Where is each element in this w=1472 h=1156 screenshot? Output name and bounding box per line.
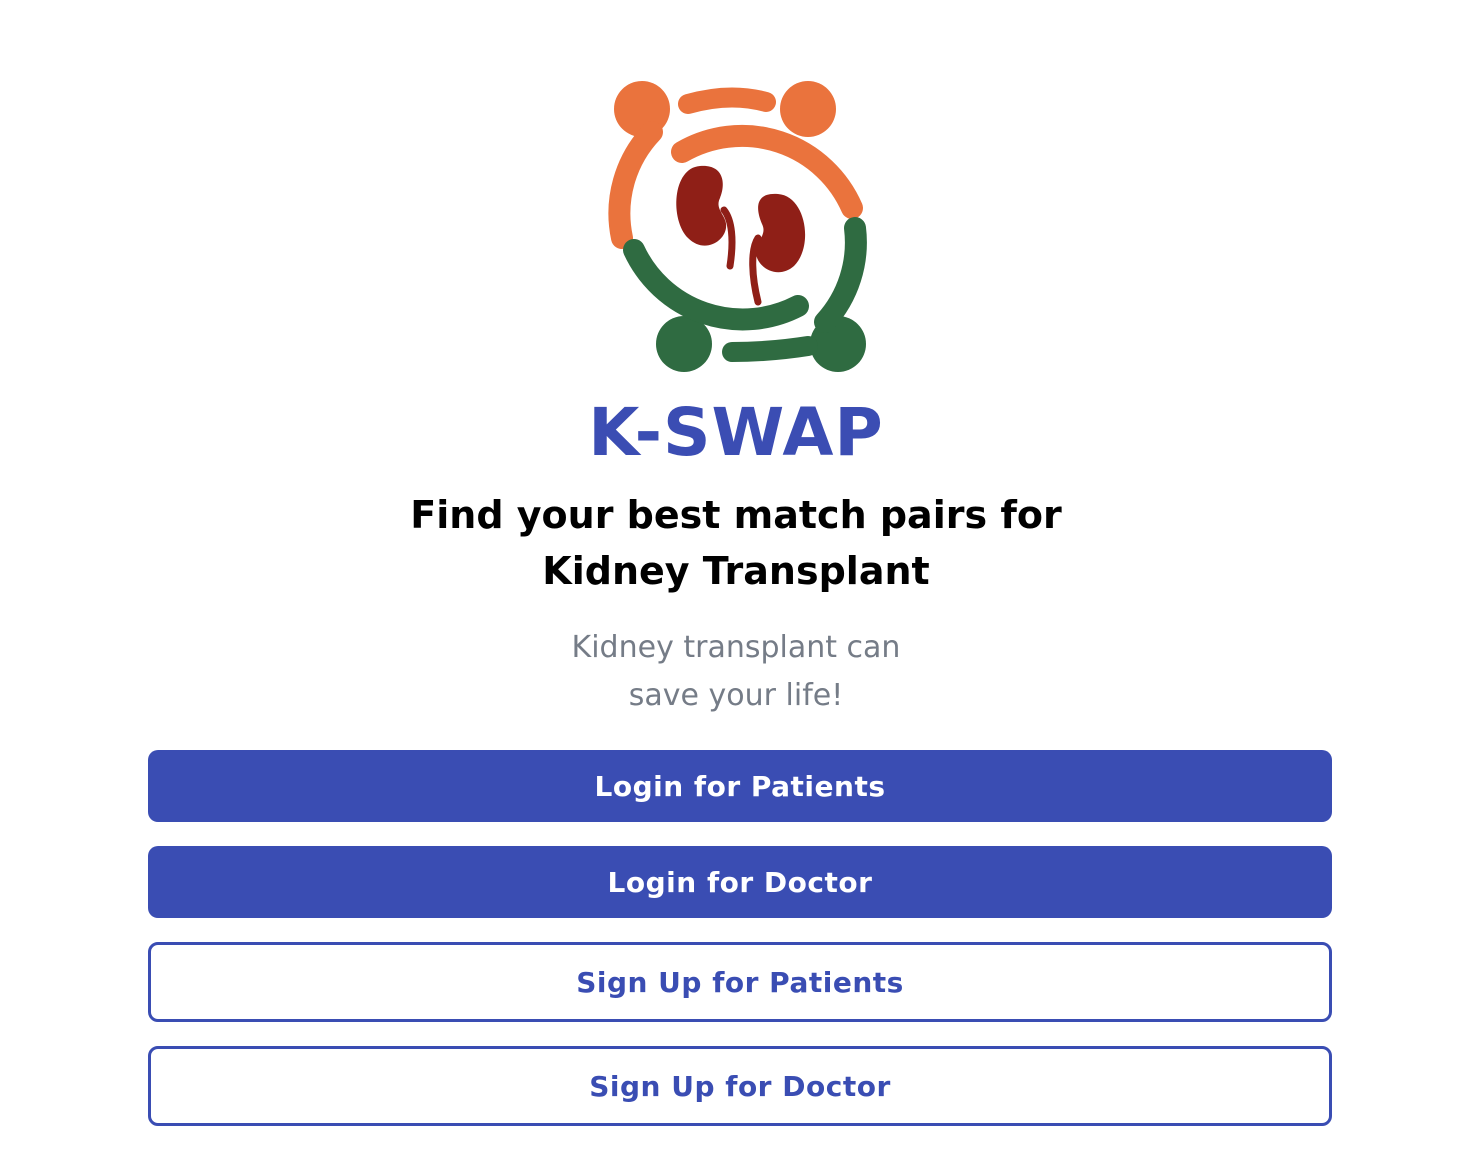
signup-doctor-button[interactable]: Sign Up for Doctor <box>148 1046 1332 1126</box>
subtext-line-2: save your life! <box>628 678 844 713</box>
login-patients-button[interactable]: Login for Patients <box>148 750 1332 822</box>
landing-page: K-SWAP Find your best match pairs for Ki… <box>0 0 1472 1156</box>
page-headline: Find your best match pairs for Kidney Tr… <box>0 487 1472 599</box>
page-subtext: Kidney transplant can save your life! <box>0 624 1472 720</box>
subtext-line-1: Kidney transplant can <box>571 630 901 665</box>
login-doctor-button[interactable]: Login for Doctor <box>148 846 1332 918</box>
headline-line-2: Kidney Transplant <box>542 549 930 593</box>
brand-title: K-SWAP <box>588 394 884 471</box>
kidney-exchange-logo-icon <box>600 70 880 380</box>
signup-patients-button[interactable]: Sign Up for Patients <box>148 942 1332 1022</box>
headline-line-1: Find your best match pairs for <box>410 493 1062 537</box>
